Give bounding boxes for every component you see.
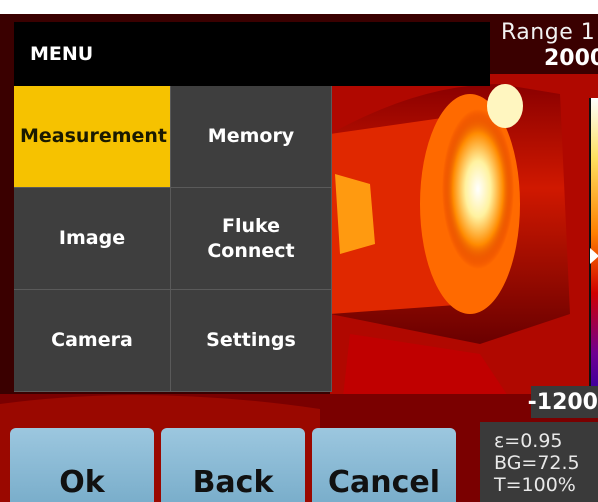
- range-min-value: -1200: [528, 386, 598, 418]
- back-button[interactable]: Back: [161, 428, 305, 502]
- background-temp-value: BG=72.5: [494, 452, 580, 474]
- menu-grid: Measurement Memory Image Fluke Connect C…: [14, 86, 332, 392]
- range-max-value: 2000: [544, 46, 598, 71]
- menu-item-fluke-connect[interactable]: Fluke Connect: [171, 188, 332, 290]
- menu-item-measurement[interactable]: Measurement: [14, 86, 171, 188]
- menu-item-settings[interactable]: Settings: [171, 290, 332, 392]
- emissivity-value: ε=0.95: [494, 430, 563, 452]
- cancel-button[interactable]: Cancel: [312, 428, 456, 502]
- menu-item-image[interactable]: Image: [14, 188, 171, 290]
- palette-marker-icon: [590, 248, 598, 264]
- range-label: Range 1: [501, 20, 596, 45]
- ok-button[interactable]: Ok: [10, 428, 154, 502]
- menu-item-memory[interactable]: Memory: [171, 86, 332, 188]
- menu-title: MENU: [14, 22, 490, 86]
- thermal-camera-screen: Range 1 2000 -1200 MENU Measurement Memo…: [0, 14, 598, 502]
- menu-item-camera[interactable]: Camera: [14, 290, 171, 392]
- transmission-value: T=100%: [494, 474, 576, 496]
- measurement-status-box: ε=0.95 BG=72.5 T=100%: [480, 422, 598, 502]
